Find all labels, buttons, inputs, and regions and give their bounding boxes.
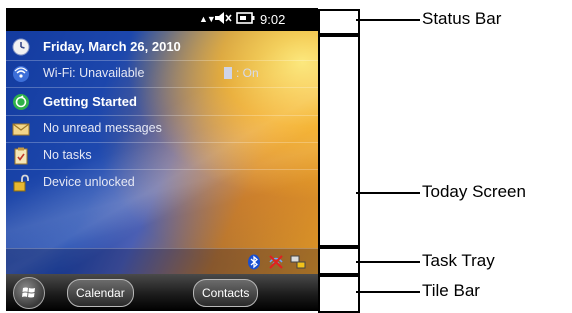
battery-plug-icon[interactable] (236, 8, 256, 31)
today-date-row[interactable]: Friday, March 26, 2010 (6, 33, 318, 61)
speaker-muted-icon[interactable] (214, 8, 232, 31)
today-tasks-row[interactable]: No tasks (6, 142, 318, 170)
task-tray-annotation: Task Tray (422, 251, 495, 270)
bluetooth-icon[interactable] (246, 254, 262, 270)
tile-bar-leader (356, 291, 420, 293)
connectivity-icon[interactable] (290, 254, 306, 270)
contacts-button[interactable]: Contacts (193, 279, 259, 307)
today-date-label: Friday, March 26, 2010 (43, 39, 181, 54)
tile-bar: Calendar Contacts (6, 274, 318, 311)
status-bar[interactable]: ▲▼ 9:02 (6, 8, 318, 31)
today-getting-started-row[interactable]: Getting Started (6, 88, 318, 116)
task-tray (6, 248, 318, 275)
today-screen-bracket (318, 33, 360, 249)
today-getting-started-label: Getting Started (43, 94, 137, 109)
tile-bar-bracket (318, 273, 360, 313)
status-time[interactable]: 9:02 (260, 8, 285, 31)
today-screen-annotation: Today Screen (422, 182, 526, 201)
today-messages-label: No unread messages (43, 121, 162, 135)
today-wifi-label: Wi-Fi: Unavailable (43, 66, 145, 80)
getting-started-icon (12, 93, 30, 111)
phone-screen: ▲▼ 9:02 Friday, March 26, 2010 Wi-Fi: Un… (6, 8, 318, 311)
today-screen-leader (356, 192, 420, 194)
windows-start-icon (22, 287, 35, 298)
today-lock-label: Device unlocked (43, 175, 135, 189)
today-lock-row[interactable]: Device unlocked (6, 169, 318, 196)
padlock-open-icon (12, 174, 30, 192)
toggle-icon (224, 67, 232, 79)
calendar-button[interactable]: Calendar (67, 279, 134, 307)
windows-start-button[interactable] (13, 277, 45, 309)
wifi-toggle-label: : On (236, 66, 259, 80)
status-bar-annotation: Status Bar (422, 9, 502, 28)
task-tray-leader (356, 261, 420, 263)
wlan-off-icon[interactable] (268, 254, 284, 270)
wifi-toggle[interactable]: : On (224, 60, 259, 87)
envelope-icon (12, 120, 30, 138)
status-bar-leader (356, 19, 420, 21)
today-wifi-row[interactable]: Wi-Fi: Unavailable : On (6, 60, 318, 88)
today-messages-row[interactable]: No unread messages (6, 115, 318, 143)
wifi-icon (12, 65, 30, 83)
today-tasks-label: No tasks (43, 148, 92, 162)
clock-icon (12, 38, 30, 56)
tile-bar-annotation: Tile Bar (422, 281, 480, 300)
clipboard-icon (12, 147, 30, 165)
signal-icon: ▲▼ (199, 14, 216, 24)
